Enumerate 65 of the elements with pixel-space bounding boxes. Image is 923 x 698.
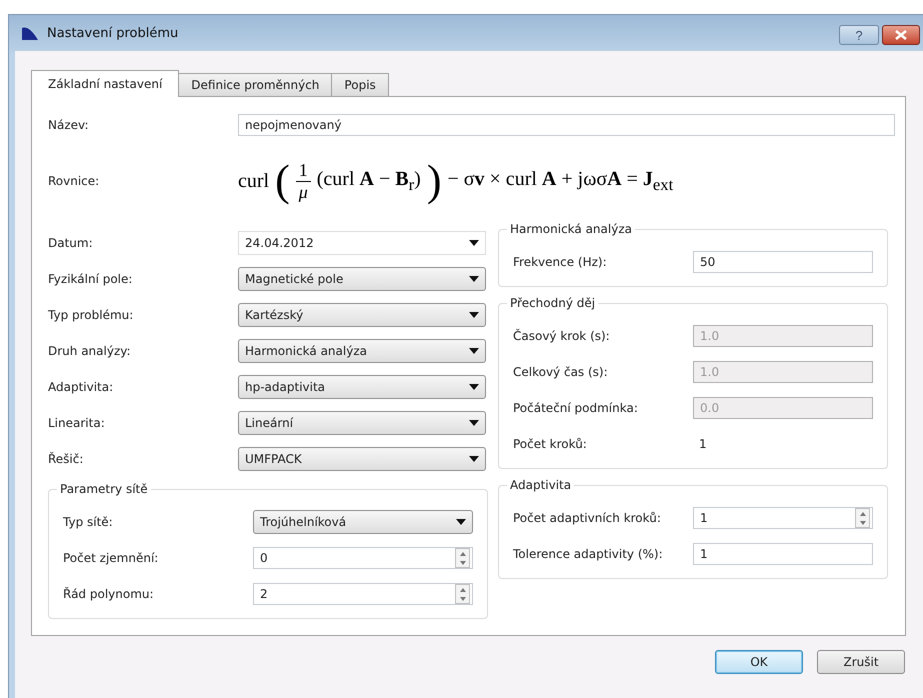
close-icon: [895, 30, 907, 40]
spin-box[interactable]: 1: [693, 507, 873, 529]
ok-button[interactable]: OK: [715, 650, 803, 674]
spinner-icon: [455, 584, 470, 604]
dropdown[interactable]: hp-adaptivita: [238, 375, 486, 399]
field-label: Adaptivita:: [48, 380, 114, 394]
dropdown-arrow-icon: [469, 276, 479, 282]
field-label: Typ problému:: [48, 308, 134, 322]
dropdown-arrow-icon: [469, 312, 479, 318]
group-title: Harmonická analýza: [507, 222, 635, 236]
dropdown-arrow-icon: [469, 384, 479, 390]
dropdown-arrow-icon: [456, 519, 466, 525]
equation-text: curl: [238, 170, 270, 192]
dropdown-arrow-icon: [469, 240, 479, 246]
date-picker[interactable]: 24.04.2012: [238, 231, 486, 255]
field-label: Celkový čas (s):: [513, 365, 609, 379]
group-title: Přechodný děj: [507, 296, 598, 310]
equation-text: (curl A − B$_{r}$): [316, 168, 421, 194]
input-field[interactable]: 50: [693, 251, 873, 273]
field-label: Časový krok (s):: [513, 329, 611, 343]
name-field[interactable]: nepojmenovaný: [238, 114, 895, 136]
spin-box[interactable]: 2: [253, 583, 473, 605]
spin-box[interactable]: 0: [253, 547, 473, 569]
spinner-icon: [855, 508, 870, 528]
value-text: 1: [698, 437, 707, 451]
field-label: Řešič:: [48, 452, 84, 466]
window-title: Nastavení problému: [47, 26, 178, 40]
dropdown[interactable]: Harmonická analýza: [238, 339, 486, 363]
help-button[interactable]: ?: [839, 25, 879, 45]
dropdown[interactable]: UMFPACK: [238, 447, 486, 471]
field-label: Řád polynomu:: [63, 587, 155, 601]
tab[interactable]: Základní nastavení: [31, 70, 180, 97]
field-label: Počet adaptivních kroků:: [513, 511, 662, 525]
dropdown-arrow-icon: [469, 348, 479, 354]
parenthesis: ): [426, 159, 442, 203]
tab[interactable]: Popis: [331, 73, 389, 96]
group-title: Adaptivita: [507, 478, 574, 492]
field-label: Datum:: [48, 236, 94, 250]
dropdown-arrow-icon: [469, 456, 479, 462]
dropdown[interactable]: Lineární: [238, 411, 486, 435]
app-icon: [21, 25, 39, 41]
field-label: Fyzikální pole:: [48, 272, 134, 286]
fraction: 1 μ: [296, 160, 311, 202]
field-label: Druh analýzy:: [48, 344, 132, 358]
field-label: Počet zjemnění:: [63, 551, 160, 565]
field-label: Frekvence (Hz):: [513, 255, 608, 269]
cancel-button[interactable]: Zrušit: [817, 650, 905, 674]
tab[interactable]: Definice proměnných: [178, 73, 332, 96]
field-label: Rovnice:: [48, 174, 100, 188]
dropdown-arrow-icon: [469, 420, 479, 426]
field-label: Linearita:: [48, 416, 106, 430]
spinner-icon: [455, 548, 470, 568]
dropdown[interactable]: Trojúhelníková: [253, 510, 473, 534]
parenthesis: (: [275, 159, 290, 203]
input-field[interactable]: 1: [693, 543, 873, 565]
field-label: Počáteční podmínka:: [513, 401, 639, 415]
close-button[interactable]: [882, 25, 920, 45]
equation-text: − σv × curl A + jωσA = J$_{ext}$: [447, 168, 674, 194]
group-title: Parametry sítě: [57, 482, 151, 496]
field-label: Typ sítě:: [63, 515, 114, 529]
field-label: Název:: [48, 118, 90, 132]
dropdown[interactable]: Magnetické pole: [238, 267, 486, 291]
field-label: Tolerence adaptivity (%):: [513, 547, 664, 561]
field-label: Počet kroků:: [513, 437, 588, 451]
dropdown[interactable]: Kartézský: [238, 303, 486, 327]
